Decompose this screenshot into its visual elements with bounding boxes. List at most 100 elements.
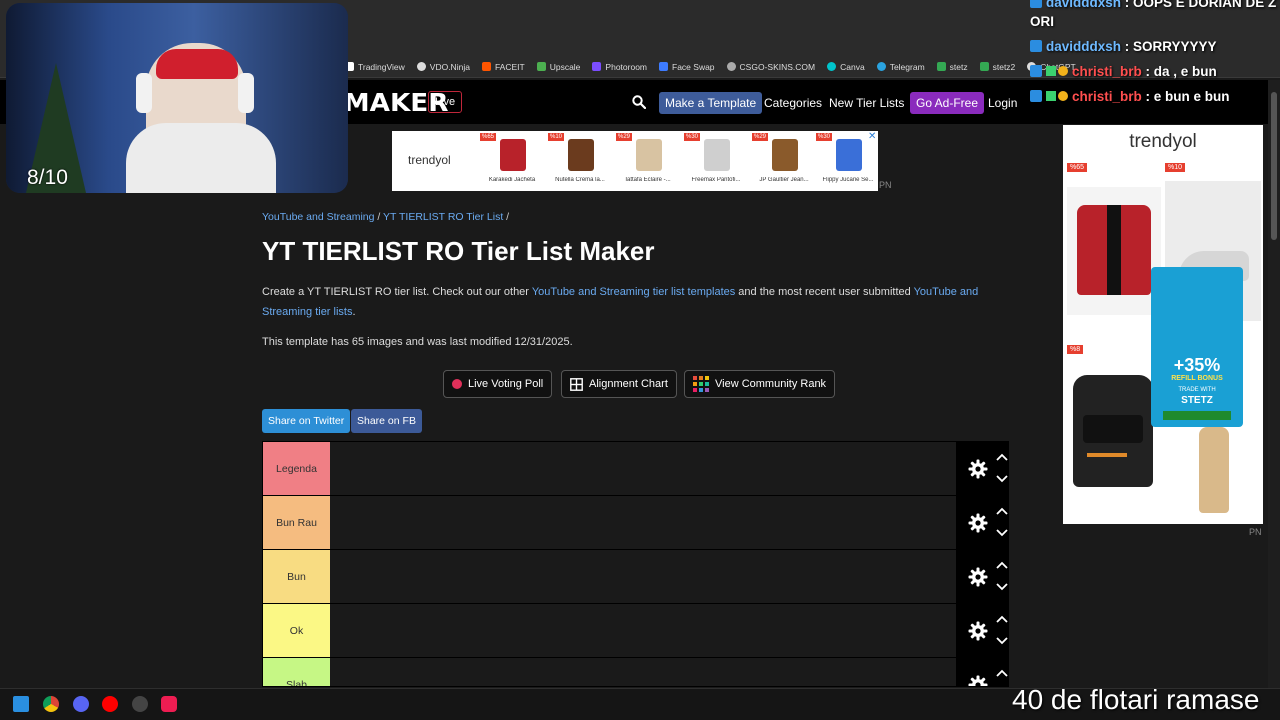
tier-controls xyxy=(956,658,1008,687)
webcam-overlay xyxy=(6,3,348,193)
record-dot-icon xyxy=(452,379,462,389)
tier-label[interactable]: Slab xyxy=(263,658,330,686)
ad-product-tile[interactable]: %29 Iattafa Eclaire -... xyxy=(616,133,680,189)
gear-icon[interactable] xyxy=(968,567,988,587)
chat-message: davidddxsh : OOPS E DORIAN DE Z xyxy=(1030,0,1276,10)
tiktok-icon[interactable] xyxy=(161,696,177,712)
bookmark-canva[interactable]: Canva xyxy=(827,62,865,72)
templates-link[interactable]: YouTube and Streaming tier list template… xyxy=(532,286,735,298)
chevron-up-icon[interactable] xyxy=(996,453,1008,461)
chevron-down-icon[interactable] xyxy=(996,637,1008,645)
bookmark-faceit[interactable]: FACEIT xyxy=(481,62,525,72)
live-badge[interactable]: Live xyxy=(428,91,463,113)
gear-icon[interactable] xyxy=(968,675,988,687)
discord-icon[interactable] xyxy=(73,696,89,712)
bookmark-csgo-skins[interactable]: CSGO-SKINS.COM xyxy=(726,62,815,72)
bookmark-photoroom[interactable]: Photoroom xyxy=(592,62,647,72)
gear-icon[interactable] xyxy=(968,459,988,479)
tier-label[interactable]: Bun xyxy=(263,550,330,603)
tier-drop-area[interactable] xyxy=(330,550,956,603)
bookmark-face-swap[interactable]: Face Swap xyxy=(659,62,715,72)
bookmark-upscale[interactable]: Upscale xyxy=(536,62,580,72)
ad-product-tile[interactable]: %65 Karakedi Jachetă xyxy=(480,133,544,189)
right-ad-discount: %8 xyxy=(1067,345,1084,354)
tier-controls xyxy=(956,550,1008,603)
categories-link[interactable]: Categories xyxy=(764,92,822,114)
chevron-up-icon[interactable] xyxy=(996,507,1008,515)
chevron-down-icon[interactable] xyxy=(996,529,1008,537)
share-fb-button[interactable]: Share on FB xyxy=(351,409,422,433)
tier-drop-area[interactable] xyxy=(330,442,956,495)
right-ad-pn-label: PN xyxy=(1249,527,1262,537)
tier-drop-area[interactable] xyxy=(330,604,956,657)
gear-icon[interactable] xyxy=(968,621,988,641)
chevron-down-icon[interactable] xyxy=(996,583,1008,591)
product-caption: Nutella Cremă la... xyxy=(555,177,605,183)
color-grid-icon xyxy=(693,376,709,392)
pushup-counter-overlay: 40 de flotari ramase xyxy=(1012,684,1260,715)
tier-row: Bun Rau xyxy=(263,496,1008,550)
chat-message: davidddxsh : SORRYYYYY xyxy=(1030,39,1217,54)
tier-label[interactable]: Legenda xyxy=(263,442,330,495)
product-caption: JP Gaultier Jean... xyxy=(759,177,809,183)
youtube-icon[interactable] xyxy=(102,696,118,712)
ad-close-icon[interactable]: ✕ xyxy=(868,131,876,142)
live-voting-poll-button[interactable]: Live Voting Poll xyxy=(443,370,553,398)
ad-banner[interactable]: trendyol %65 Karakedi Jachetă %10 Nutella C… xyxy=(392,131,878,191)
chevron-up-icon[interactable] xyxy=(996,669,1008,677)
alignment-chart-button[interactable]: Alignment Chart xyxy=(561,370,677,398)
breadcrumb-current-link[interactable]: YT TIERLIST RO Tier List xyxy=(383,211,503,223)
right-ad-discount: %10 xyxy=(1165,163,1186,172)
chevron-down-icon[interactable] xyxy=(996,475,1008,483)
ad-product-tile[interactable]: %29 JP Gaultier Jean... xyxy=(752,133,816,189)
product-caption: Iattafa Eclaire -... xyxy=(625,177,671,183)
telegram-icon xyxy=(876,62,886,71)
description: Create a YT TIERLIST RO tier list. Check… xyxy=(262,286,979,318)
tier-label[interactable]: Ok xyxy=(263,604,330,657)
new-tier-lists-link[interactable]: New Tier Lists xyxy=(829,92,904,114)
stetz-promo[interactable]: +35% REFILL BONUS TRADE WITH STETZ xyxy=(1151,267,1243,427)
product-caption: Karakedi Jachetă xyxy=(488,177,536,183)
grid-icon xyxy=(570,377,583,391)
bookmark-vdo-ninja[interactable]: VDO.Ninja xyxy=(416,62,470,72)
ad-product-tile[interactable]: %30 Freemax Pantofi... xyxy=(684,133,748,189)
scrollbar-thumb[interactable] xyxy=(1271,92,1277,240)
gear-icon[interactable] xyxy=(968,513,988,533)
chat-message: christi_brb : e bun e bun xyxy=(1030,89,1230,104)
page-title: YT TIERLIST RO Tier List Maker xyxy=(262,236,655,266)
windows-start-icon[interactable] xyxy=(13,696,29,712)
bookmark-telegram[interactable]: Telegram xyxy=(876,62,925,72)
chevron-up-icon[interactable] xyxy=(996,615,1008,623)
chevron-up-icon[interactable] xyxy=(996,561,1008,569)
photoroom-icon xyxy=(592,62,602,71)
make-template-button[interactable]: Make a Template xyxy=(659,92,763,114)
breadcrumb-category-link[interactable]: YouTube and Streaming xyxy=(262,211,374,223)
login-link[interactable]: Login xyxy=(988,92,1017,114)
bits-badge-icon xyxy=(1058,91,1068,101)
face-swap-icon xyxy=(659,62,669,71)
template-info: This template has 65 images and was last… xyxy=(262,336,573,348)
view-community-rank-button[interactable]: View Community Rank xyxy=(684,370,836,398)
ad-brand: trendyol xyxy=(408,153,451,167)
sheets-icon xyxy=(936,62,946,71)
ad-free-button[interactable]: Go Ad-Free xyxy=(910,92,985,114)
obs-icon[interactable] xyxy=(132,696,148,712)
backpack-image xyxy=(1073,375,1153,487)
tier-row: Ok xyxy=(263,604,1008,658)
tier-drop-area[interactable] xyxy=(330,658,956,686)
share-twitter-button[interactable]: Share on Twitter xyxy=(262,409,351,433)
discount-badge: %30 xyxy=(816,133,833,141)
tier-label[interactable]: Bun Rau xyxy=(263,496,330,549)
chrome-icon[interactable] xyxy=(43,696,59,712)
bookmark-stetz[interactable]: stetz xyxy=(936,62,968,72)
ad-product-tile[interactable]: %10 Nutella Cremă la... xyxy=(548,133,612,189)
ad-pn-label: PN xyxy=(879,180,892,190)
product-image xyxy=(636,139,662,171)
chat-badge-icon xyxy=(1030,65,1042,77)
bookmark-tradingview[interactable]: TradingView xyxy=(345,62,405,72)
right-ad[interactable]: trendyol %65 %10 %8 +35% REFILL BONUS TR… xyxy=(1063,125,1263,524)
csgo-skins-icon xyxy=(726,62,736,71)
bookmark-stetz2[interactable]: stetz2 xyxy=(979,62,1015,72)
tier-drop-area[interactable] xyxy=(330,496,956,549)
search-icon[interactable] xyxy=(632,95,646,109)
